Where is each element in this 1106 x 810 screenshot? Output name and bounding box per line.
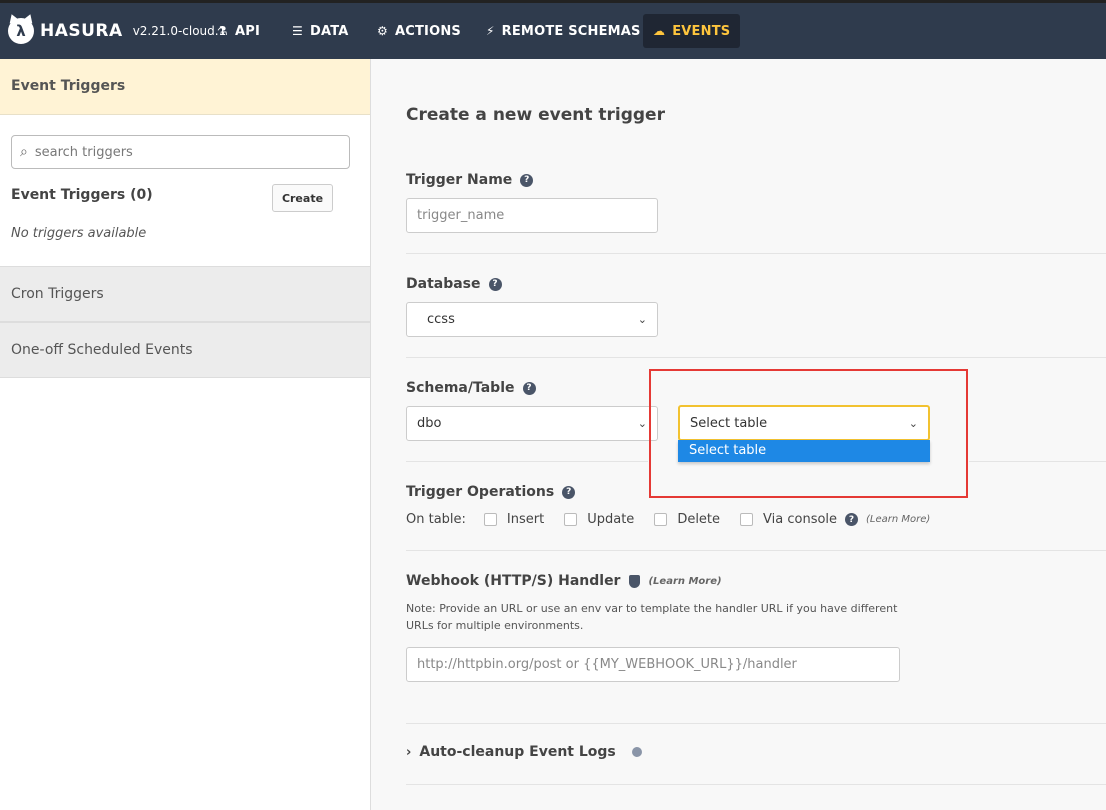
search-box[interactable]: ⌕: [11, 135, 350, 169]
update-label: Update: [587, 512, 635, 527]
search-input[interactable]: [32, 143, 313, 161]
chevron-down-icon: ⌄: [637, 417, 647, 430]
triggers-count: Event Triggers (0): [11, 187, 153, 203]
nav-remote-schemas-label: REMOTE SCHEMAS: [501, 23, 641, 39]
database-select[interactable]: ccss ⌄: [406, 302, 658, 337]
help-icon[interactable]: ?: [845, 513, 859, 526]
webhook-label-text: Webhook (HTTP/S) Handler: [406, 573, 621, 589]
insert-checkbox[interactable]: [483, 513, 497, 526]
on-table-label: On table:: [406, 512, 466, 527]
schema-select[interactable]: dbo ⌄: [406, 406, 658, 441]
update-option[interactable]: Update: [564, 512, 634, 527]
divider: [406, 784, 1106, 785]
nav-remote-schemas[interactable]: ⚡ REMOTE SCHEMAS: [476, 14, 651, 48]
trigger-name-label: Trigger Name ?: [406, 172, 534, 188]
auto-cleanup-toggle[interactable]: › Auto-cleanup Event Logs: [406, 744, 642, 760]
chevron-right-icon: ›: [406, 744, 412, 760]
divider: [406, 723, 1106, 724]
help-icon[interactable]: ?: [562, 485, 576, 499]
schema-value: dbo: [417, 416, 442, 431]
sidebar-header-event-triggers[interactable]: Event Triggers: [0, 59, 370, 115]
schema-table-label: Schema/Table ?: [406, 380, 536, 396]
main-content: Create a new event trigger Trigger Name …: [371, 59, 1106, 810]
chevron-down-icon: ⌄: [637, 313, 647, 326]
divider: [406, 253, 1106, 254]
cogs-icon: ⚙: [377, 24, 388, 38]
trigger-operations-label: Trigger Operations ?: [406, 484, 576, 500]
learn-more-link[interactable]: (Learn More): [648, 576, 721, 587]
auto-cleanup-label: Auto-cleanup Event Logs: [419, 744, 616, 760]
page-title: Create a new event trigger: [406, 105, 665, 125]
database-value: ccss: [427, 312, 455, 327]
database-icon: ☰: [292, 24, 303, 38]
trigger-name-input[interactable]: [406, 198, 658, 233]
nav-events-label: EVENTS: [672, 23, 731, 39]
trigger-name-label-text: Trigger Name: [406, 172, 513, 188]
shield-icon[interactable]: [629, 574, 641, 588]
insert-label: Insert: [506, 512, 545, 527]
delete-label: Delete: [677, 512, 721, 527]
via-console-label: Via console: [763, 512, 838, 527]
brand-name: HASURA: [40, 21, 123, 41]
nav-api-label: API: [234, 23, 260, 39]
divider: [969, 461, 1106, 462]
operations-row: On table: Insert Update Delete Via conso…: [406, 512, 930, 527]
help-icon[interactable]: ?: [488, 277, 502, 291]
create-button[interactable]: Create: [272, 184, 333, 212]
nav-actions-label: ACTIONS: [394, 23, 461, 39]
webhook-url-input[interactable]: [406, 647, 900, 682]
brand[interactable]: λ HASURA v2.21.0-cloud.1: [8, 16, 226, 46]
trigger-operations-label-text: Trigger Operations: [406, 484, 555, 500]
help-icon[interactable]: ?: [522, 381, 536, 395]
nav-api[interactable]: ⚗ API: [207, 14, 270, 48]
top-navbar: λ HASURA v2.21.0-cloud.1 ⚗ API ☰ DATA ⚙ …: [0, 0, 1106, 59]
cloud-icon: ☁: [653, 24, 666, 38]
flask-icon: ⚗: [217, 24, 228, 38]
divider: [406, 461, 648, 462]
empty-state-text: No triggers available: [11, 226, 147, 241]
nav-data[interactable]: ☰ DATA: [282, 14, 359, 48]
database-label-text: Database: [406, 276, 481, 292]
insert-option[interactable]: Insert: [483, 512, 545, 527]
hasura-logo-icon: λ: [8, 18, 34, 44]
divider: [406, 550, 1106, 551]
help-icon[interactable]: ?: [520, 173, 534, 187]
delete-option[interactable]: Delete: [654, 512, 720, 527]
nav-actions[interactable]: ⚙ ACTIONS: [367, 14, 471, 48]
update-checkbox[interactable]: [564, 513, 578, 526]
divider: [406, 357, 1106, 358]
webhook-note: Note: Provide an URL or use an env var t…: [406, 602, 898, 632]
highlight-box: [649, 369, 968, 498]
database-label: Database ?: [406, 276, 502, 292]
nav-events[interactable]: ☁ EVENTS: [643, 14, 741, 48]
via-console-option[interactable]: Via console: [740, 512, 837, 527]
sidebar-item-cron-triggers[interactable]: Cron Triggers: [0, 266, 370, 322]
webhook-label: Webhook (HTTP/S) Handler (Learn More): [406, 573, 722, 589]
sidebar: Event Triggers ⌕ Event Triggers (0) Crea…: [0, 59, 371, 810]
sidebar-item-one-off-scheduled-events[interactable]: One-off Scheduled Events: [0, 322, 370, 378]
via-console-checkbox[interactable]: [740, 513, 754, 526]
nav-data-label: DATA: [309, 23, 349, 39]
search-icon: ⌕: [20, 144, 28, 160]
plug-icon: ⚡: [486, 24, 495, 38]
status-dot: [631, 747, 642, 757]
learn-more-link[interactable]: (Learn More): [866, 514, 930, 525]
schema-table-label-text: Schema/Table: [406, 380, 515, 396]
delete-checkbox[interactable]: [654, 513, 668, 526]
